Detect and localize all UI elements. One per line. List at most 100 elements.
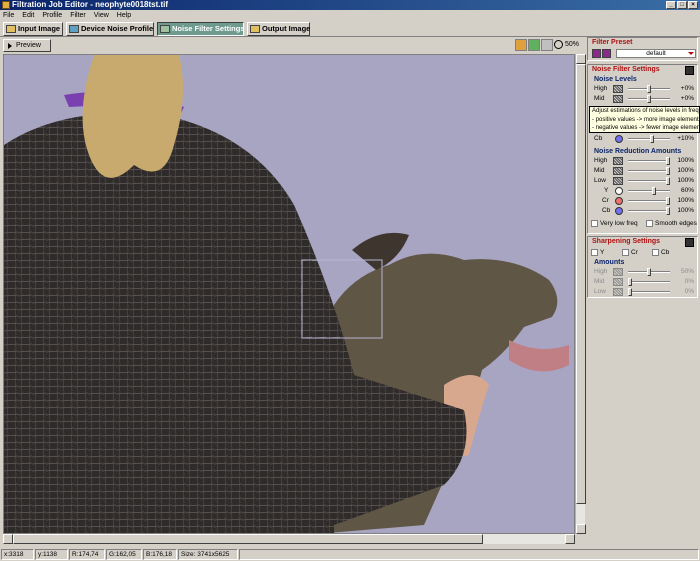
- slider-track[interactable]: [628, 138, 670, 140]
- slider-knob[interactable]: [666, 207, 670, 215]
- scroll-right-button[interactable]: [565, 534, 575, 544]
- mid-frequency-pattern-icon: [613, 167, 623, 175]
- slider-track[interactable]: [628, 200, 670, 202]
- menu-edit[interactable]: Edit: [22, 12, 34, 19]
- app-icon: [2, 1, 10, 9]
- photo-canvas[interactable]: [3, 54, 575, 534]
- slider-knob[interactable]: [628, 278, 632, 286]
- trash-icon[interactable]: [685, 238, 694, 247]
- reduction-high-row: High 100%: [588, 156, 697, 166]
- row-value: +0%: [680, 85, 694, 92]
- load-preset-icon[interactable]: [592, 49, 601, 58]
- slider-track[interactable]: [628, 190, 670, 192]
- row-value: 100%: [677, 157, 694, 164]
- color-picker-icon[interactable]: [528, 39, 540, 51]
- row-value: 50%: [680, 268, 694, 275]
- tab-label: Output Image: [262, 24, 311, 33]
- slider-knob[interactable]: [647, 268, 651, 276]
- high-frequency-pattern-icon: [613, 85, 623, 93]
- cb-channel-icon: [615, 207, 623, 215]
- y-channel-checkbox[interactable]: [591, 249, 598, 256]
- maximize-button[interactable]: □: [677, 1, 687, 9]
- trash-icon[interactable]: [685, 66, 694, 75]
- menu-filter[interactable]: Filter: [70, 12, 86, 19]
- row-label: Cr: [602, 197, 609, 204]
- tab-output-image[interactable]: Output Image: [247, 22, 310, 36]
- cb-channel-checkbox[interactable]: [652, 249, 659, 256]
- scroll-thumb[interactable]: [576, 64, 586, 504]
- scroll-thumb[interactable]: [13, 534, 483, 544]
- slider-track[interactable]: [628, 210, 670, 212]
- slider-track[interactable]: [628, 160, 670, 162]
- viewer-vertical-scrollbar[interactable]: [575, 54, 586, 534]
- image-viewer: Preview 50%: [0, 37, 586, 545]
- minimize-button[interactable]: _: [666, 1, 676, 9]
- zoom-icon[interactable]: [554, 40, 563, 49]
- noise-levels-tooltip: Adjust estimations of noise levels in fr…: [589, 106, 700, 133]
- status-b: B:176,18: [143, 549, 177, 560]
- row-label: High: [594, 85, 608, 92]
- very-low-freq-checkbox[interactable]: [591, 220, 598, 227]
- status-size: Size: 3741x5625: [178, 549, 238, 560]
- scroll-left-button[interactable]: [3, 534, 13, 544]
- mid-frequency-pattern-icon: [613, 278, 623, 286]
- tab-label: Input Image: [18, 24, 61, 33]
- viewer-toolbar: Preview 50%: [0, 37, 585, 54]
- slider-knob[interactable]: [666, 167, 670, 175]
- slider-knob[interactable]: [666, 157, 670, 165]
- slider-knob[interactable]: [650, 135, 654, 143]
- tab-device-noise-profile[interactable]: Device Noise Profile: [66, 22, 154, 36]
- preset-dropdown[interactable]: default: [616, 49, 696, 58]
- palette-icon[interactable]: [515, 39, 527, 51]
- cb-channel-icon: [615, 135, 623, 143]
- slider-knob[interactable]: [666, 197, 670, 205]
- noise-level-mid-row: Mid +0%: [588, 94, 697, 104]
- save-preset-icon[interactable]: [602, 49, 611, 58]
- cr-channel-checkbox[interactable]: [622, 249, 629, 256]
- menu-view[interactable]: View: [94, 12, 109, 19]
- low-frequency-pattern-icon: [613, 288, 623, 296]
- row-label: Cb: [594, 135, 603, 142]
- input-image-icon: [6, 25, 16, 33]
- slider-knob[interactable]: [666, 177, 670, 185]
- menu-profile[interactable]: Profile: [42, 12, 62, 19]
- noise-level-high-row: High +0%: [588, 84, 697, 94]
- noise-reduction-title: Noise Reduction Amounts: [594, 148, 682, 155]
- scroll-down-button[interactable]: [576, 524, 586, 534]
- close-button[interactable]: ×: [688, 1, 698, 9]
- chevron-down-icon: [688, 52, 694, 55]
- preview-button[interactable]: Preview: [3, 39, 51, 52]
- slider-track[interactable]: [628, 291, 670, 293]
- tooltip-line: Adjust estimations of noise levels in fr…: [592, 108, 700, 114]
- viewer-horizontal-scrollbar[interactable]: [3, 534, 575, 544]
- slider-knob[interactable]: [647, 85, 651, 93]
- slider-track[interactable]: [628, 281, 670, 283]
- scroll-up-button[interactable]: [576, 54, 586, 64]
- slider-knob[interactable]: [628, 288, 632, 296]
- slider-track[interactable]: [628, 180, 670, 182]
- status-y: y:1138: [35, 549, 68, 560]
- slider-knob[interactable]: [652, 187, 656, 195]
- menu-help[interactable]: Help: [117, 12, 131, 19]
- row-value: 0%: [684, 288, 694, 295]
- slider-knob[interactable]: [647, 95, 651, 103]
- row-value: 60%: [680, 187, 694, 194]
- row-label: High: [594, 268, 608, 275]
- noise-filter-settings-group: Noise Filter Settings Noise Levels High …: [587, 64, 698, 234]
- row-label: Mid: [594, 278, 605, 285]
- smooth-edges-checkbox[interactable]: [646, 220, 653, 227]
- hand-icon[interactable]: [541, 39, 553, 51]
- noise-levels-title: Noise Levels: [594, 76, 637, 83]
- slider-track[interactable]: [628, 170, 670, 172]
- tab-noise-filter-settings[interactable]: Noise Filter Settings: [157, 22, 245, 36]
- cr-channel-label: Cr: [631, 249, 638, 256]
- filter-settings-icon: [160, 25, 170, 33]
- cr-channel-icon: [615, 197, 623, 205]
- tab-input-image[interactable]: Input Image: [3, 22, 63, 36]
- status-x: x:3318: [1, 549, 34, 560]
- reduction-y-row: Y 60%: [588, 186, 697, 196]
- sharpening-settings-group: Sharpening Settings Y Cr Cb Amounts High…: [587, 236, 698, 298]
- status-r: R:174,74: [69, 549, 105, 560]
- filter-preset-group: Filter Preset default: [587, 37, 698, 61]
- menu-file[interactable]: File: [3, 12, 14, 19]
